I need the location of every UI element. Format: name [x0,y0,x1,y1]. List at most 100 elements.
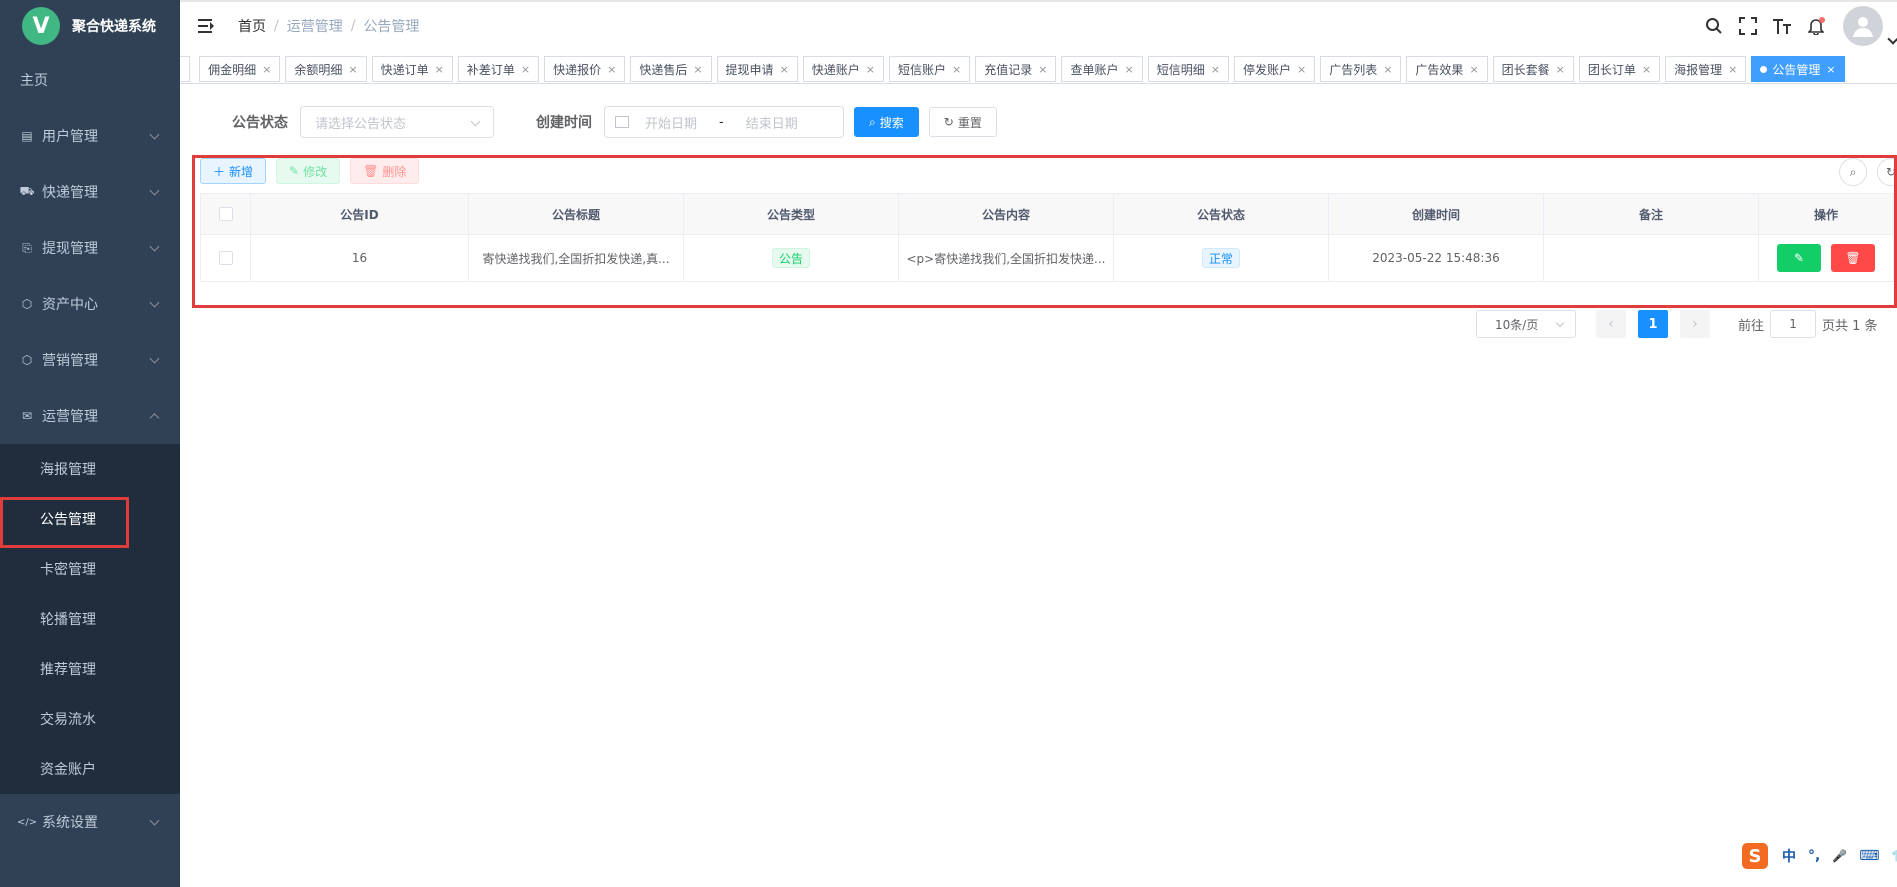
page-size-select[interactable]: 10条/页 [1476,310,1576,338]
close-icon[interactable]: × [1728,63,1737,76]
tab-active[interactable]: 公告管理 × [1751,56,1845,82]
sidebar-item-operations[interactable]: ✉ 运营管理 [0,388,180,444]
close-icon[interactable]: × [1826,63,1835,76]
close-icon[interactable]: × [1125,63,1134,76]
breadcrumb-home[interactable]: 首页 [238,16,266,36]
close-icon[interactable]: × [952,63,961,76]
close-icon[interactable]: × [866,63,875,76]
tab-4[interactable]: 快递报价 × [544,56,626,82]
tab-14[interactable]: 广告效果 × [1406,56,1488,82]
close-icon[interactable]: × [435,63,444,76]
tab-6[interactable]: 提现申请 × [716,56,798,82]
close-icon[interactable]: × [780,63,789,76]
toggle-search-button[interactable]: ⌕ [1839,158,1867,186]
row-checkbox[interactable] [218,251,233,265]
reset-button[interactable]: ↻ 重置 [928,107,997,137]
mail-icon: ✉ [21,409,33,423]
keyboard-icon[interactable]: ⌨ [1859,848,1879,864]
tab-10[interactable]: 查单账户 × [1061,56,1143,82]
fullscreen-icon[interactable] [1731,2,1765,50]
next-page-button[interactable]: › [1680,310,1710,338]
sidebar-item-posters[interactable]: 海报管理 [0,444,180,494]
cell-type: 公告 [684,235,899,281]
status-select[interactable]: 请选择公告状态 [300,106,494,138]
logo[interactable]: V 聚合快递系统 [0,0,180,52]
add-button[interactable]: ＋ 新增 [200,158,267,184]
prev-page-button[interactable]: ‹ [1596,310,1626,338]
ime-punctuation-icon[interactable]: °, [1808,848,1820,864]
hamburger-icon[interactable] [196,16,216,36]
tab-8[interactable]: 短信账户 × [889,56,971,82]
start-date-input[interactable]: 开始日期 [645,113,697,132]
page-number-current[interactable]: 1 [1638,310,1668,338]
close-icon[interactable]: × [693,63,702,76]
close-icon[interactable]: × [521,63,530,76]
tab-16[interactable]: 团长订单 × [1578,56,1661,82]
search-button-label: 搜索 [879,115,904,130]
tab-12[interactable]: 停发账户 × [1233,56,1316,82]
sidebar-item-users[interactable]: ▤ 用户管理 [0,108,180,164]
sidebar-item-express[interactable]: ⛟ 快递管理 [0,164,180,220]
close-icon[interactable]: × [348,63,357,76]
tab-13[interactable]: 广告列表 × [1320,56,1402,82]
sidebar-item-marketing[interactable]: ⬡ 营销管理 [0,332,180,388]
close-icon[interactable]: × [1038,63,1047,76]
tab-9[interactable]: 充值记录 × [975,56,1057,82]
skin-icon[interactable]: 👕 [1892,849,1897,863]
delete-button[interactable]: 🗑 删除 [350,158,420,184]
tab-7[interactable]: 快递账户 × [802,56,885,82]
tab-15[interactable]: 团长套餐 × [1492,56,1574,82]
close-icon[interactable]: × [1297,63,1306,76]
sidebar-item-withdraw[interactable]: ⎘ 提现管理 [0,220,180,276]
close-icon[interactable]: × [607,63,616,76]
close-icon[interactable]: × [262,63,271,76]
tab-0[interactable]: 佣金明细 × [199,56,281,82]
edit-button[interactable]: ✎ 修改 [276,158,341,184]
sidebar-item-transactions[interactable]: 交易流水 [0,694,180,744]
row-edit-button[interactable]: ✎ [1777,244,1821,272]
reset-button-label: 重置 [957,115,982,130]
tab-2[interactable]: 快递订单 × [371,56,453,82]
microphone-icon[interactable]: 🎤 [1832,849,1847,863]
tab-1[interactable]: 余额明细 × [285,56,367,82]
avatar[interactable] [1843,6,1883,46]
search-button[interactable]: ⌕ 搜索 [854,107,919,137]
sidebar-item-home[interactable]: 主页 [0,52,180,108]
tab-3[interactable]: 补差订单 × [457,56,540,82]
close-icon[interactable]: × [1383,63,1392,76]
sidebar-item-fund-accounts[interactable]: 资金账户 [0,744,180,794]
ime-lang-toggle[interactable]: 中 [1782,846,1796,866]
sidebar-item-carousel[interactable]: 轮播管理 [0,594,180,644]
sidebar-item-settings[interactable]: </> 系统设置 [0,794,180,850]
chevron-down-icon [149,241,160,252]
trash-icon: 🗑 [363,164,379,178]
tab-label: 快递售后 [639,62,688,77]
select-all-checkbox[interactable] [218,207,233,221]
font-size-icon[interactable] [1765,2,1799,50]
refresh-button[interactable]: ↻ [1877,158,1897,186]
sidebar-item-assets[interactable]: ⬡ 资产中心 [0,276,180,332]
tab-label: 查单账户 [1070,62,1119,77]
sidebar-item-recommend[interactable]: 推荐管理 [0,644,180,694]
notification-dot [1819,17,1825,23]
sidebar-item-announcements[interactable]: 公告管理 [0,494,180,544]
tab-11[interactable]: 短信明细 × [1147,56,1229,82]
close-icon[interactable]: × [1556,63,1565,76]
close-icon[interactable]: × [1211,63,1220,76]
avatar-dropdown-icon[interactable] [1887,33,1897,45]
ime-logo-icon[interactable]: S [1742,843,1768,869]
tab-5[interactable]: 快递售后 × [630,56,712,82]
search-icon[interactable] [1697,2,1731,50]
bell-icon[interactable] [1799,2,1833,50]
toolbar: ＋ 新增 ✎ 修改 🗑 删除 [200,158,429,184]
close-icon[interactable]: × [1469,63,1478,76]
goto-page-input[interactable]: 1 [1770,310,1817,338]
breadcrumb: 首页 / 运营管理 / 公告管理 [238,16,419,36]
date-range-picker[interactable]: 开始日期 - 结束日期 [604,106,844,138]
row-delete-button[interactable]: 🗑 [1831,244,1875,272]
sidebar-item-card-keys[interactable]: 卡密管理 [0,544,180,594]
end-date-input[interactable]: 结束日期 [746,113,798,132]
close-icon[interactable]: × [1642,63,1651,76]
tab-17[interactable]: 海报管理 × [1665,56,1747,82]
cell-actions: ✎ 🗑 [1759,235,1893,281]
